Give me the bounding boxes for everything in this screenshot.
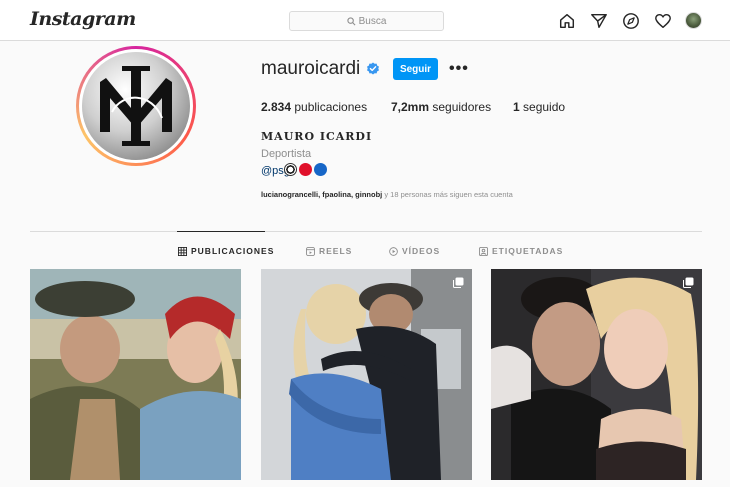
posts-count: 2.834 publicaciones (261, 100, 367, 114)
soccer-ball-icon (284, 163, 297, 176)
post-photo-couple-hug (261, 269, 472, 480)
tab-label: REELS (319, 246, 353, 256)
tagged-icon (479, 246, 488, 256)
profile-username: mauroicardi (261, 58, 361, 79)
instagram-logo[interactable]: Instagram (30, 8, 136, 30)
following-count-value: 1 (513, 100, 520, 114)
multiple-photos-icon (453, 277, 464, 288)
search-icon (346, 16, 356, 25)
tab-reels[interactable]: REELS (306, 246, 352, 256)
profile-avatar[interactable] (685, 12, 702, 29)
following-count-label: seguido (519, 100, 566, 114)
tab-videos[interactable]: VÍDEOS (389, 246, 440, 256)
search-placeholder: Busca (358, 15, 387, 27)
mi-monogram-logo (82, 52, 190, 160)
post-thumbnail[interactable] (261, 269, 472, 480)
activity-heart-icon[interactable] (653, 11, 673, 31)
followed-by-names: lucianograncelli, fpaolina, ginnobj (261, 190, 383, 199)
search-input[interactable]: Busca (289, 11, 444, 31)
tab-etiquetadas[interactable]: ETIQUETADAS (479, 246, 563, 256)
profile-picture[interactable] (76, 46, 196, 166)
tab-label: ETIQUETADAS (492, 246, 564, 256)
tab-label: PUBLICACIONES (191, 246, 275, 256)
followers-count-value: 7,2mm (391, 100, 430, 114)
monogram-graphic (82, 52, 190, 160)
reels-icon (306, 246, 315, 256)
post-thumbnail[interactable] (30, 269, 241, 480)
posts-count-value: 2.834 (261, 100, 292, 114)
red-circle-icon (299, 163, 312, 176)
direct-icon[interactable] (589, 11, 609, 31)
nav-icons (557, 11, 705, 31)
following-count[interactable]: 1 seguido (513, 100, 565, 114)
blue-circle-icon (314, 163, 327, 176)
profile-full-name: MAURO ICARDI (261, 130, 373, 143)
home-icon[interactable] (557, 11, 577, 31)
grid-icon (178, 246, 187, 256)
post-photo-couple-field (30, 269, 241, 480)
video-icon (389, 246, 398, 256)
followed-by-rest: y 18 personas más siguen esta cuenta (382, 190, 513, 199)
followers-count-label: seguidores (429, 100, 492, 114)
explore-icon[interactable] (621, 11, 641, 31)
posts-count-label: publicaciones (291, 100, 368, 114)
top-navigation-bar: Instagram Busca (0, 0, 730, 41)
tabs-divider (30, 231, 702, 232)
followed-by-text[interactable]: lucianograncelli, fpaolina, ginnobj y 18… (261, 190, 513, 199)
profile-category: Deportista (261, 148, 312, 160)
follow-button[interactable]: Seguir (393, 58, 438, 80)
more-options-button[interactable]: ••• (449, 60, 469, 78)
multiple-photos-icon (683, 277, 694, 288)
active-tab-indicator (177, 231, 265, 232)
post-photo-couple-selfie (491, 269, 702, 480)
post-thumbnail[interactable] (491, 269, 702, 480)
followers-count[interactable]: 7,2mm seguidores (391, 100, 491, 114)
tab-publicaciones[interactable]: PUBLICACIONES (178, 246, 274, 256)
verified-badge-icon (367, 62, 379, 75)
tab-label: VÍDEOS (402, 246, 441, 256)
